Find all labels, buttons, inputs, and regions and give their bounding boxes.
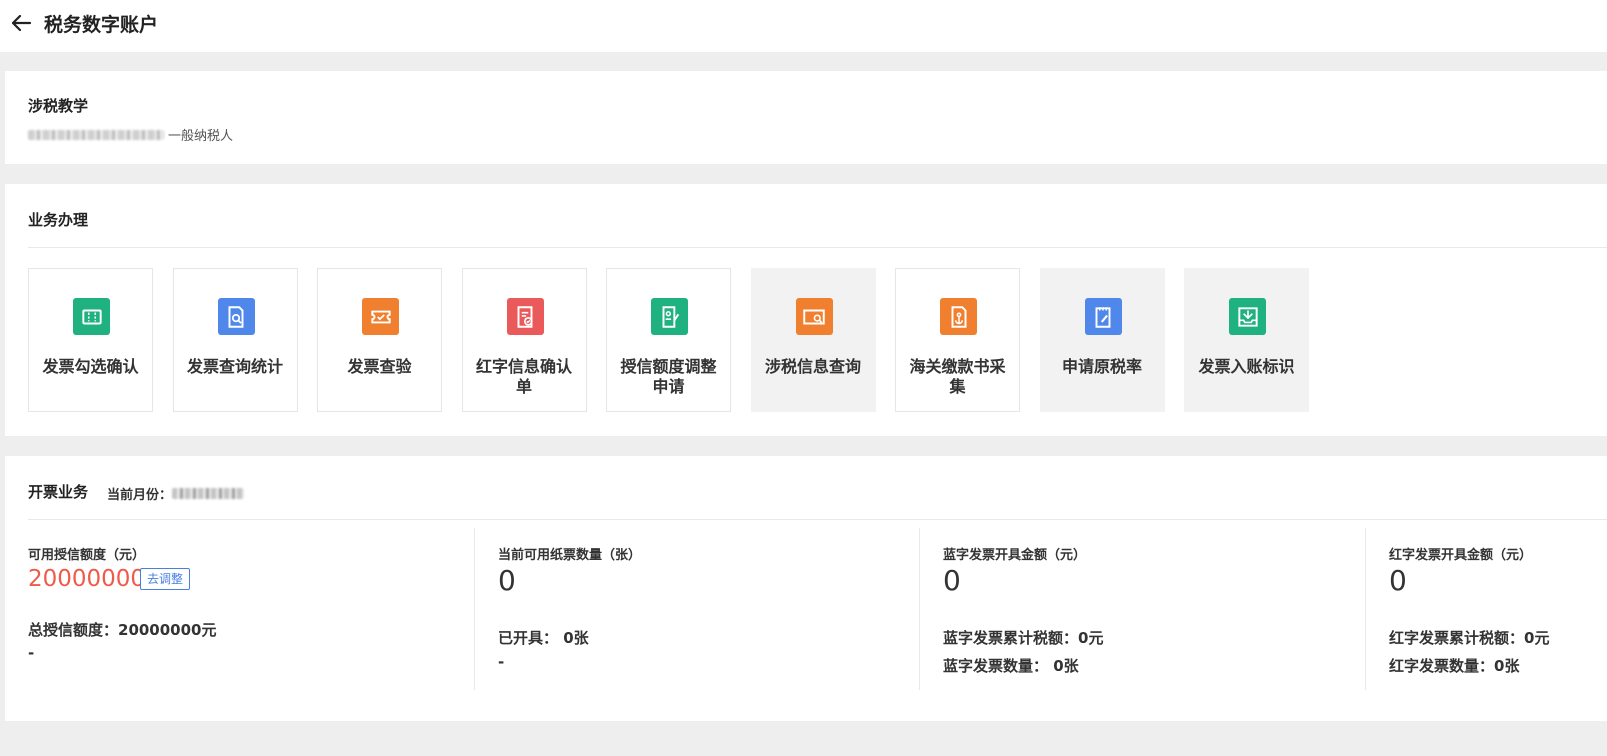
company-card: 涉税教学 一般纳税人: [5, 71, 1607, 164]
taxpayer-type: 一般纳税人: [168, 129, 234, 144]
credit-value: 20000000: [28, 566, 146, 592]
business-tile-label: 申请原税率: [1061, 357, 1142, 376]
back-arrow-icon[interactable]: [10, 12, 32, 34]
business-tile[interactable]: 发票查验: [317, 268, 442, 412]
business-tile-label: 发票勾选确认: [42, 357, 139, 376]
business-card: 业务办理 发票勾选确认 发票查询统计 发票查验 红字信息确认单 授信额度调整申请 涉税信息…: [5, 184, 1607, 436]
business-tile-label: 发票查验: [347, 357, 412, 376]
business-tile[interactable]: 申请原税率: [1039, 268, 1165, 412]
business-tile-label: 发票入账标识: [1198, 357, 1295, 376]
doc-edit-icon: [651, 298, 688, 335]
business-tile-label: 红字信息确认单: [475, 357, 572, 396]
invoice-section-title: 开票业务: [28, 483, 89, 501]
credit-extra: -: [28, 644, 35, 662]
business-tile[interactable]: 发票勾选确认: [28, 268, 153, 412]
doc-check-icon: [506, 298, 544, 335]
credit-label: 可用授信额度（元）: [28, 548, 146, 563]
business-tile[interactable]: 红字信息确认单: [461, 268, 587, 412]
red-amount-value: 0: [1389, 564, 1407, 597]
blue-invoice-count: 蓝字发票数量： 0张: [943, 657, 1079, 675]
business-tile-label: 发票查询统计: [186, 357, 283, 376]
total-credit: 总授信额度：20000000元: [28, 621, 217, 639]
blue-tax-total: 蓝字发票累计税额：0元: [943, 629, 1104, 647]
stat-divider: [919, 528, 920, 690]
adjust-credit-button[interactable]: 去调整: [140, 568, 191, 590]
paper-issued: 已开具： 0张: [498, 629, 589, 647]
company-name: 涉税教学: [28, 97, 89, 115]
red-tax-total: 红字发票累计税额：0元: [1389, 629, 1550, 647]
pad-edit-icon: [1084, 298, 1122, 335]
current-month-label: 当前月份：: [107, 488, 173, 503]
stat-divider: [474, 528, 475, 690]
business-tile[interactable]: 发票查询统计: [172, 268, 298, 412]
paper-extra: -: [498, 653, 505, 671]
invoice-divider: [28, 519, 1607, 520]
business-tile[interactable]: 涉税信息查询: [750, 268, 876, 412]
paper-label: 当前可用纸票数量（张）: [498, 548, 642, 563]
doc-search-icon: [217, 298, 255, 335]
business-tile[interactable]: 发票入账标识: [1184, 268, 1309, 412]
business-tile-label: 涉税信息查询: [764, 357, 861, 376]
current-month: 当前月份：: [107, 484, 245, 503]
masked-tax-id: [28, 129, 164, 140]
company-info: 一般纳税人: [28, 125, 233, 144]
business-divider: [28, 247, 1607, 248]
inbox-icon: [1229, 298, 1266, 335]
blue-amount-label: 蓝字发票开具金额（元）: [943, 548, 1087, 563]
business-tile[interactable]: 授信额度调整申请: [606, 268, 731, 412]
business-tile-label: 授信额度调整申请: [620, 357, 717, 396]
top-bar: 税务数字账户: [0, 0, 1607, 52]
page-title: 税务数字账户: [44, 14, 159, 36]
ticket-icon: [73, 298, 110, 335]
stat-divider: [1365, 528, 1366, 690]
blue-amount-value: 0: [943, 564, 961, 597]
red-invoice-count: 红字发票数量：0张: [1389, 657, 1520, 675]
business-tile[interactable]: 海关缴款书采集: [895, 268, 1020, 412]
anchor-doc-icon: [940, 298, 977, 335]
ticket-check-icon: [362, 298, 399, 335]
red-amount-label: 红字发票开具金额（元）: [1389, 548, 1533, 563]
masked-month: [172, 488, 245, 499]
business-section-title: 业务办理: [28, 211, 89, 229]
paper-value: 0: [498, 564, 516, 597]
card-search-icon: [795, 298, 833, 335]
invoice-card: 开票业务 当前月份： 可用授信额度（元） 20000000 去调整 总授信额度：…: [5, 456, 1607, 721]
business-tile-label: 海关缴款书采集: [909, 357, 1006, 396]
